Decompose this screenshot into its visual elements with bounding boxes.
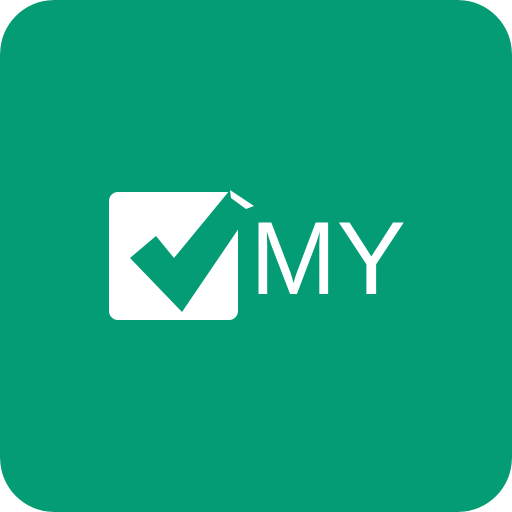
app-icon[interactable]: MY [0, 0, 512, 512]
logo-text: MY [250, 201, 406, 317]
checkbox-checked-icon [109, 190, 254, 320]
app-icon-graphic: MY [0, 0, 512, 512]
